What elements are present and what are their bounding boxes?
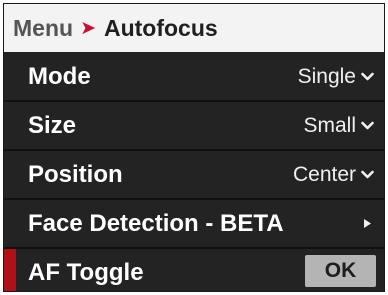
menu-item-size[interactable]: Size Small xyxy=(4,102,384,151)
autofocus-menu-screen: Menu ➤ Autofocus Mode Single Size Small xyxy=(3,3,385,292)
breadcrumb-separator-icon: ➤ xyxy=(80,17,96,39)
chevron-down-icon xyxy=(361,70,374,83)
position-dropdown[interactable]: Center xyxy=(293,163,374,187)
menu-list: Mode Single Size Small Position Center F… xyxy=(4,53,384,291)
menu-item-label: AF Toggle xyxy=(28,258,144,286)
menu-item-label: Position xyxy=(28,160,123,188)
breadcrumb-root[interactable]: Menu xyxy=(13,15,73,42)
chevron-right-icon xyxy=(361,217,374,230)
chevron-down-icon xyxy=(361,168,374,181)
chevron-down-icon xyxy=(361,119,374,132)
menu-item-label: Size xyxy=(28,111,77,139)
mode-value: Single xyxy=(297,64,356,88)
size-dropdown[interactable]: Small xyxy=(303,114,374,138)
breadcrumb: Menu ➤ Autofocus xyxy=(4,4,384,52)
submenu-indicator[interactable] xyxy=(356,217,374,230)
menu-item-label: Mode xyxy=(28,62,91,90)
page-title: Autofocus xyxy=(103,14,218,41)
selection-marker xyxy=(4,249,16,291)
menu-item-position[interactable]: Position Center xyxy=(4,151,384,200)
menu-item-af-toggle[interactable]: AF Toggle OK xyxy=(4,249,384,291)
menu-item-label: Face Detection - BETA xyxy=(28,209,284,237)
size-value: Small xyxy=(303,113,356,137)
position-value: Center xyxy=(292,162,356,186)
ok-button[interactable]: OK xyxy=(305,255,376,287)
mode-dropdown[interactable]: Single xyxy=(298,65,374,89)
menu-item-mode[interactable]: Mode Single xyxy=(4,53,384,102)
menu-item-face-detection[interactable]: Face Detection - BETA xyxy=(4,200,384,249)
